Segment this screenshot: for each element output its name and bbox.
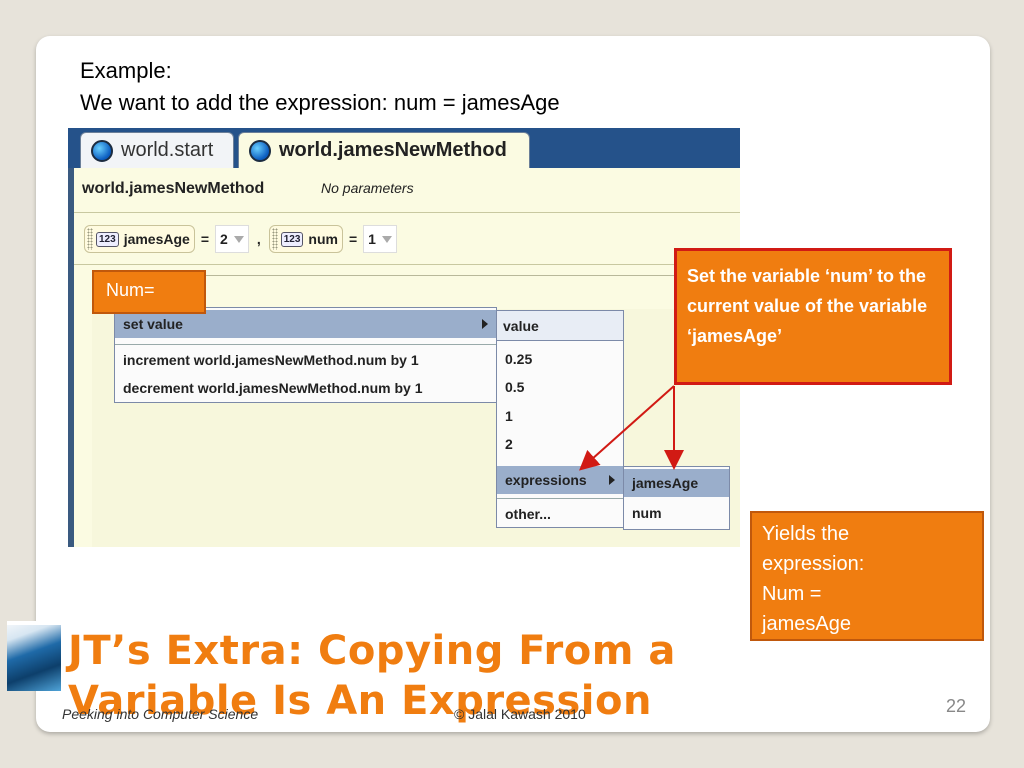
menu-item-label: 1	[505, 408, 513, 424]
editor-tab-bar: world.start world.jamesNewMethod	[68, 128, 740, 168]
menu-item-label: expressions	[505, 472, 587, 488]
callout-line: expression:	[762, 553, 865, 575]
menu-item-value[interactable]: 2	[497, 430, 623, 458]
menu-item-label: 2	[505, 436, 513, 452]
slide-title-line: JT’s Extra: Copying From a	[68, 628, 676, 674]
dropdown-arrow-icon	[233, 235, 244, 243]
example-heading: Example:	[80, 58, 172, 83]
callout-line: Num =	[762, 583, 822, 605]
menu-item-label: other...	[505, 506, 551, 522]
callout-line: jamesAge	[762, 613, 851, 635]
tab-label: world.start	[121, 139, 214, 161]
book-cover-thumbnail	[7, 621, 61, 691]
footer-course-name: Peeking into Computer Science	[62, 706, 259, 722]
menu-item-label: decrement world.jamesNewMethod.num by 1	[123, 380, 423, 396]
num-equals-label: Num=	[92, 270, 206, 314]
menu-divider	[115, 344, 496, 345]
variable-name: jamesAge	[123, 231, 190, 247]
menu-item-label: num	[632, 505, 662, 521]
dropdown-arrow-icon	[381, 235, 392, 243]
globe-icon	[91, 139, 113, 162]
tab-label: world.jamesNewMethod	[279, 139, 507, 161]
variable-value-dropdown[interactable]: 1	[363, 225, 397, 253]
divider	[74, 212, 740, 213]
menu-item-decrement[interactable]: decrement world.jamesNewMethod.num by 1	[115, 374, 496, 402]
method-name: world.jamesNewMethod	[82, 180, 265, 197]
menu-item-label: 0.25	[505, 351, 533, 367]
variable-name: num	[308, 231, 338, 247]
menu-item-other[interactable]: other...	[497, 500, 623, 528]
menu-item-label: jamesAge	[632, 475, 699, 491]
menu-item-expressions[interactable]: expressions	[497, 466, 623, 494]
globe-icon	[249, 139, 271, 162]
drag-grip-icon[interactable]	[271, 228, 278, 250]
equals-sign: =	[348, 231, 358, 247]
menu-item-jamesage[interactable]: jamesAge	[624, 469, 729, 497]
menu-item-value[interactable]: 0.25	[497, 345, 623, 373]
thumbnail-bar	[7, 621, 61, 625]
yields-expression-callout: Yields the expression: Num = jamesAge	[750, 511, 984, 641]
callout-line: Yields the	[762, 523, 850, 545]
menu-divider	[497, 498, 623, 499]
variable-value: 1	[368, 231, 376, 247]
value-menu-header: value	[496, 310, 624, 342]
variable-tile-jamesage[interactable]: 123 jamesAge	[84, 225, 195, 253]
menu-item-value[interactable]: 0.5	[497, 373, 623, 401]
variable-value-dropdown[interactable]: 2	[215, 225, 249, 253]
method-params: No parameters	[321, 180, 414, 196]
set-variable-callout: Set the variable ‘num’ to the current va…	[674, 248, 952, 385]
page-number: 22	[946, 696, 967, 716]
number-type-icon: 123	[280, 231, 304, 247]
context-menu-expressions: jamesAge num	[623, 466, 730, 530]
submenu-arrow-icon	[609, 475, 615, 485]
comma-separator: ,	[256, 231, 261, 247]
menu-item-value[interactable]: 1	[497, 402, 623, 430]
menu-item-increment[interactable]: increment world.jamesNewMethod.num by 1	[115, 346, 496, 374]
menu-item-label: 0.5	[505, 379, 525, 395]
footer-copyright: © Jalal Kawash 2010	[454, 706, 586, 722]
number-type-icon: 123	[96, 231, 119, 247]
tab-world-james-new-method[interactable]: world.jamesNewMethod	[238, 132, 530, 168]
menu-item-label: increment world.jamesNewMethod.num by 1	[123, 352, 419, 368]
local-variables-row: 123 jamesAge = 2 , 123 num = 1	[84, 224, 397, 254]
menu-item-label: set value	[123, 316, 183, 332]
tab-world-start[interactable]: world.start	[80, 132, 234, 168]
variable-value: 2	[220, 231, 228, 247]
submenu-arrow-icon	[482, 319, 488, 329]
context-menu-main: set value increment world.jamesNewMethod…	[114, 307, 497, 403]
divider	[74, 264, 740, 265]
drag-grip-icon[interactable]	[87, 228, 93, 250]
menu-item-num[interactable]: num	[624, 499, 729, 527]
menu-item-set-value[interactable]: set value	[115, 310, 496, 338]
equals-sign: =	[200, 231, 210, 247]
variable-tile-num[interactable]: 123 num	[268, 225, 343, 253]
context-menu-value: 0.25 0.5 1 2 expressions other...	[496, 340, 624, 528]
example-description: We want to add the expression: num = jam…	[80, 90, 560, 115]
